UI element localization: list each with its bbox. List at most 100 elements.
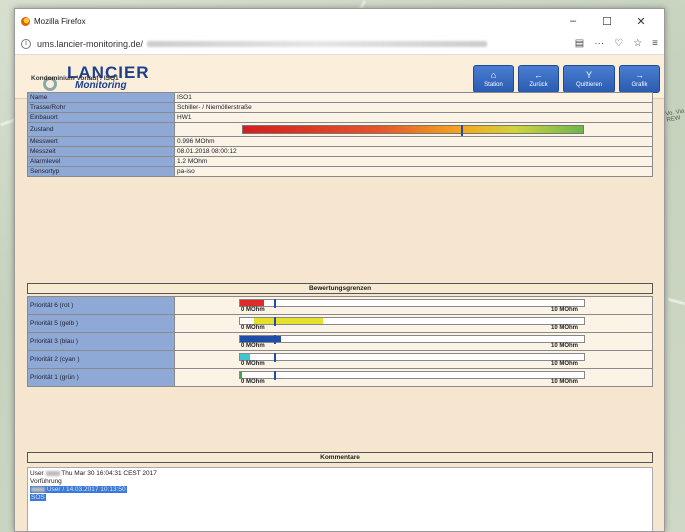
priority-gauge <box>239 299 585 308</box>
gauge-max-label: 10 MOhm <box>551 307 579 313</box>
map-street-label: Vo. Via REW <box>665 108 685 124</box>
reader-view-icon[interactable]: ▤ <box>575 38 584 49</box>
detail-row: Name ISO1 <box>27 92 653 103</box>
detail-key: Trasse/Rohr <box>27 102 175 113</box>
detail-value: 08.01.2018 08:00:12 <box>174 146 653 157</box>
comment-line: Vorführung <box>30 478 650 486</box>
bookmark-star-icon[interactable]: ☆ <box>633 38 642 49</box>
priority-gauge-cell: 0 MOhm 10 MOhm <box>174 332 653 351</box>
gauge-min-label: 0 MOhm <box>241 325 265 331</box>
comment-selected-text: SOS <box>30 494 46 501</box>
comments-box[interactable]: User Thu Mar 30 16:04:31 CEST 2017 Vorfü… <box>27 467 653 531</box>
priority-gauge-cell: 0 MOhm 10 MOhm <box>174 350 653 369</box>
redacted-name <box>45 470 60 476</box>
bewertung-table: Priorität 6 (rot ) 0 MOhm 10 MOhm Priorität… <box>27 296 653 387</box>
more-icon[interactable]: ··· <box>594 38 604 49</box>
browser-window: Mozilla Firefox – ☐ ✕ i ums.lancier-moni… <box>14 8 665 532</box>
station-button[interactable]: ⌂ Station <box>473 65 514 93</box>
comment-selected: User / 14.03.2017 10:13:50 <box>30 486 127 493</box>
priority-gauge-cell: 0 MOhm 10 MOhm <box>174 314 653 333</box>
details-table: Name ISO1 Trasse/Rohr Schiller- / Niemöller… <box>27 92 653 177</box>
firefox-icon <box>21 16 30 26</box>
detail-key: Zustand <box>27 122 175 137</box>
gauge-max-label: 10 MOhm <box>551 325 579 331</box>
priority-gauge <box>239 353 585 362</box>
arrow-left-icon: ← <box>534 69 543 80</box>
detail-value <box>174 122 653 137</box>
priority-label: Priorität 1 (grün ) <box>27 368 175 387</box>
detail-row: Trasse/Rohr Schiller- / Niemöllerstraße <box>27 102 653 113</box>
priority-row: Priorität 2 (cyan ) 0 MOhm 10 MOhm <box>27 350 653 369</box>
priority-gauge-cell: 0 MOhm 10 MOhm <box>174 296 653 315</box>
page-title: Kondominium Vorlauf / ISO1 <box>31 75 119 82</box>
detail-key: Sensortyp <box>27 166 175 177</box>
gauge-fill <box>240 372 243 378</box>
grafik-label: Grafik <box>631 81 648 88</box>
gauge-marker <box>274 299 277 308</box>
info-icon[interactable]: i <box>21 38 31 49</box>
priority-row: Priorität 1 (grün ) 0 MOhm 10 MOhm <box>27 368 653 387</box>
detail-key: Einbauort <box>27 112 175 123</box>
detail-value: 1.2 MOhm <box>174 156 653 167</box>
pocket-icon[interactable]: ♡ <box>614 38 623 49</box>
nav-buttons: ⌂ Station ← Zurück Y Quittieren → Grafik <box>473 65 660 93</box>
zurueck-button[interactable]: ← Zurück <box>518 65 559 93</box>
detail-row: Sensortyp pa-iso <box>27 166 653 177</box>
check-icon: Y <box>585 69 592 80</box>
station-label: Station <box>484 81 503 88</box>
close-button[interactable]: ✕ <box>624 15 658 28</box>
detail-row: Messzeit 08.01.2018 08:00:12 <box>27 146 653 157</box>
bewertung-section: Bewertungsgrenzen Priorität 6 (rot ) 0 MO… <box>27 283 653 387</box>
bewertung-header: Bewertungsgrenzen <box>27 283 653 294</box>
detail-value: ISO1 <box>174 92 653 103</box>
map-road <box>667 297 685 306</box>
gauge-min-label: 0 MOhm <box>241 379 265 385</box>
quittieren-button[interactable]: Y Quittieren <box>563 65 615 93</box>
detail-row: Alarmlevel 1.2 MOhm <box>27 156 653 167</box>
maximize-button[interactable]: ☐ <box>590 15 624 28</box>
detail-key: Name <box>27 92 175 103</box>
url-domain: ums.lancier-monitoring.de/ <box>37 38 144 49</box>
gauge-min-label: 0 MOhm <box>241 361 265 367</box>
detail-row: Einbauort HW1 <box>27 112 653 123</box>
detail-key: Alarmlevel <box>27 156 175 167</box>
priority-gauge <box>239 371 585 380</box>
zurueck-label: Zurück <box>529 81 548 88</box>
gauge-fill <box>253 318 323 324</box>
minimize-button[interactable]: – <box>556 15 590 28</box>
zustand-bar <box>242 125 584 136</box>
priority-gauge-cell: 0 MOhm 10 MOhm <box>174 368 653 387</box>
comment-user: User <box>30 470 44 477</box>
priority-row: Priorität 6 (rot ) 0 MOhm 10 MOhm <box>27 296 653 315</box>
comment-selected-text: User / 14.03.2017 10:13:50 <box>46 486 126 493</box>
priority-gauge <box>239 335 585 344</box>
priority-label: Priorität 6 (rot ) <box>27 296 175 315</box>
menu-icon[interactable]: ≡ <box>652 38 658 49</box>
gauge-fill <box>240 354 251 360</box>
priority-row: Priorität 3 (blau ) 0 MOhm 10 MOhm <box>27 332 653 351</box>
gauge-marker <box>274 335 277 344</box>
gauge-min-label: 0 MOhm <box>241 343 265 349</box>
toolbar-icons: ▤ ··· ♡ ☆ ≡ <box>575 38 658 49</box>
detail-value: Schiller- / Niemöllerstraße <box>174 102 653 113</box>
gauge-marker <box>274 317 277 326</box>
window-controls: – ☐ ✕ <box>556 15 658 28</box>
detail-row: Messwert 0.996 MOhm <box>27 136 653 147</box>
url-redacted <box>147 40 488 47</box>
comment-line: SOS <box>30 494 650 502</box>
kommentare-header: Kommentare <box>27 452 653 463</box>
quittieren-label: Quittieren <box>575 81 602 88</box>
gauge-min-label: 0 MOhm <box>241 307 265 313</box>
window-title: Mozilla Firefox <box>34 16 86 26</box>
url-field[interactable]: ums.lancier-monitoring.de/ <box>37 39 569 49</box>
url-bar[interactable]: i ums.lancier-monitoring.de/ ▤ ··· ♡ ☆ ≡ <box>15 33 664 55</box>
comment-text: Vorführung <box>30 478 62 485</box>
grafik-button[interactable]: → Grafik <box>619 65 660 93</box>
gauge-max-label: 10 MOhm <box>551 343 579 349</box>
detail-key: Messwert <box>27 136 175 147</box>
gauge-fill <box>240 300 265 306</box>
detail-value: HW1 <box>174 112 653 123</box>
kommentare-section: Kommentare <box>27 452 653 463</box>
arrow-right-icon: → <box>635 69 644 80</box>
priority-label: Priorität 2 (cyan ) <box>27 350 175 369</box>
